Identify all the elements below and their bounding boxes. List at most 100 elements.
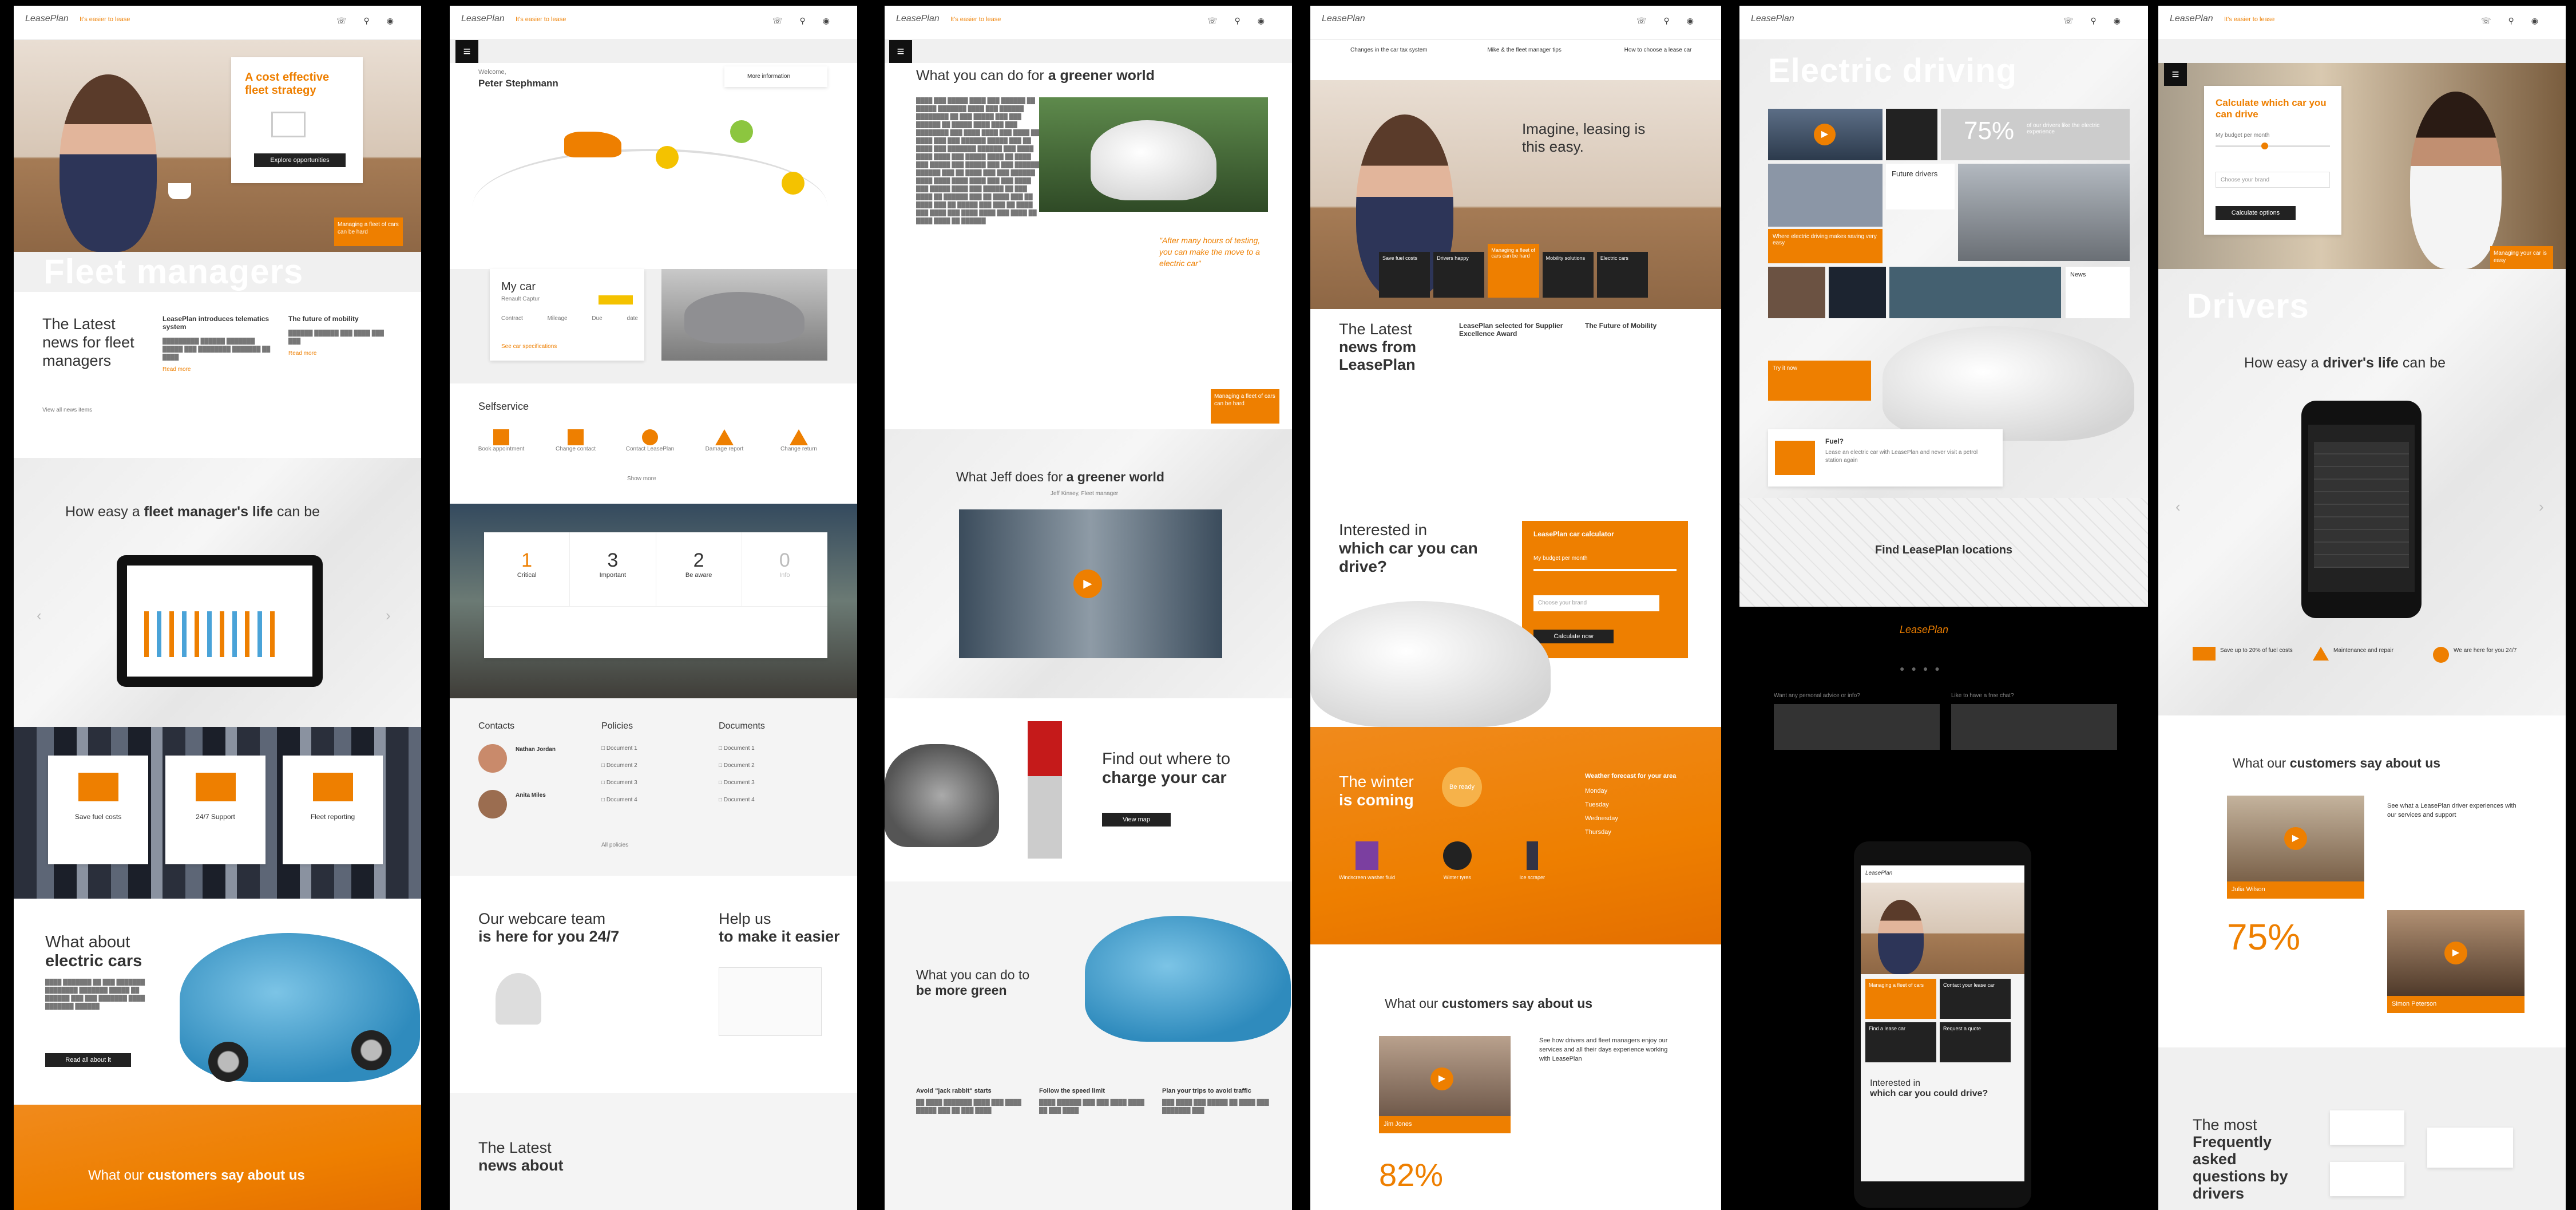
tile-photo[interactable] xyxy=(1889,267,2061,318)
logo[interactable]: LeasePlan xyxy=(461,14,505,24)
search-icon[interactable]: ⚲ xyxy=(2508,16,2531,25)
selfservice-item[interactable]: Book appointment xyxy=(473,429,530,453)
phone-icon[interactable]: ☏ xyxy=(772,16,800,25)
slider-handle[interactable] xyxy=(2261,143,2268,149)
tile-dark[interactable] xyxy=(1829,267,1886,318)
documents-list[interactable]: □ Document 1 □ Document 2 □ Document 3 □ Do… xyxy=(719,744,755,804)
tile-car-photo[interactable] xyxy=(1958,164,2130,261)
chat-textarea[interactable] xyxy=(1951,704,2117,750)
search-icon[interactable]: ⚲ xyxy=(1664,16,1687,25)
feedback-textarea[interactable] xyxy=(719,967,822,1036)
user-icon[interactable]: ◉ xyxy=(2531,16,2555,25)
budget-slider[interactable] xyxy=(1533,569,1677,571)
faq-bubble[interactable] xyxy=(2330,1162,2404,1196)
logo[interactable]: LeasePlan xyxy=(2170,14,2213,24)
phone-icon[interactable]: ☏ xyxy=(2481,16,2508,25)
menu-icon[interactable]: ≡ xyxy=(455,40,478,63)
tile-future-drivers[interactable]: Future drivers xyxy=(1886,164,1955,209)
logo[interactable]: LeasePlan xyxy=(25,14,69,24)
advice-textarea[interactable] xyxy=(1774,704,1940,750)
read-more-link[interactable]: Read more xyxy=(163,366,271,373)
hero-tile[interactable]: Electric cars xyxy=(1596,252,1648,298)
news-item[interactable]: LeasePlan selected for Supplier Excellen… xyxy=(1459,322,1568,338)
play-icon[interactable]: ▶ xyxy=(1430,1067,1453,1090)
notice-item[interactable]: Mike & the fleet manager tips xyxy=(1447,40,1584,80)
logo[interactable]: LeasePlan xyxy=(1751,14,1794,24)
hero-tile[interactable]: Mobility solutions xyxy=(1542,252,1594,298)
status-important[interactable]: 3 Important xyxy=(570,532,656,606)
user-icon[interactable]: ◉ xyxy=(1687,16,1711,25)
selfservice-item[interactable]: Change return xyxy=(770,429,827,453)
testimonial-video[interactable]: ▶ xyxy=(1379,1036,1511,1122)
find-locations-heading[interactable]: Find LeasePlan locations xyxy=(1739,544,2148,557)
selfservice-item[interactable]: Contact LeasePlan xyxy=(621,429,679,453)
view-map-button[interactable]: View map xyxy=(1102,813,1171,827)
footer-logo[interactable]: LeasePlan xyxy=(1900,624,1948,636)
selfservice-item[interactable]: Damage report xyxy=(696,429,753,453)
logo[interactable]: LeasePlan xyxy=(1322,14,1365,24)
phone-icon[interactable]: ☏ xyxy=(1207,16,1235,25)
notice-item[interactable]: Changes in the car tax system xyxy=(1310,40,1447,80)
feature-card[interactable]: Save fuel costs xyxy=(48,756,148,864)
news-item[interactable]: LeasePlan introduces telematics system █… xyxy=(163,315,271,373)
search-icon[interactable]: ⚲ xyxy=(800,16,823,25)
testimonial-video[interactable]: ▶ xyxy=(2227,796,2364,881)
tile-orange[interactable]: Where electric driving makes saving very… xyxy=(1768,229,1883,263)
user-icon[interactable]: ◉ xyxy=(1258,16,1282,25)
tile-dark[interactable] xyxy=(1886,109,1937,160)
phone-icon[interactable]: ☏ xyxy=(2063,16,2091,25)
brand-select[interactable]: Choose your brand xyxy=(1533,595,1659,611)
feature-card[interactable]: Fleet reporting xyxy=(283,756,383,864)
tile-orange[interactable]: Try it now xyxy=(1768,361,1871,401)
faq-bubble[interactable] xyxy=(2330,1110,2404,1145)
phone-icon[interactable]: ☏ xyxy=(336,16,364,25)
chevron-right-icon[interactable]: › xyxy=(2539,498,2544,516)
menu-icon[interactable]: ≡ xyxy=(2164,63,2187,86)
menu-icon[interactable]: ≡ xyxy=(889,40,912,63)
tile-photo[interactable] xyxy=(1768,267,1825,318)
user-icon[interactable]: ◉ xyxy=(387,16,411,25)
feature-card[interactable]: 24/7 Support xyxy=(165,756,265,864)
hero-tile[interactable]: Save fuel costs xyxy=(1379,252,1430,298)
electric-button[interactable]: Read all about it xyxy=(45,1053,131,1067)
phone-tile[interactable]: Request a quote xyxy=(1940,1022,2011,1062)
faq-bubble[interactable] xyxy=(2427,1128,2513,1168)
brand-select[interactable]: Choose your brand xyxy=(2216,172,2330,188)
phone-tile[interactable]: Find a lease car xyxy=(1865,1022,1936,1062)
play-icon[interactable]: ▶ xyxy=(1814,124,1836,145)
user-icon[interactable]: ◉ xyxy=(2114,16,2138,25)
all-policies-link[interactable]: All policies xyxy=(601,841,628,849)
chevron-left-icon[interactable]: ‹ xyxy=(2175,498,2181,516)
budget-slider[interactable] xyxy=(2216,143,2330,149)
policies-list[interactable]: □ Document 1 □ Document 2 □ Document 3 □ Do… xyxy=(601,744,637,804)
status-critical[interactable]: 1 Critical xyxy=(484,532,570,606)
tile-news[interactable]: News xyxy=(2066,267,2130,318)
jeff-video[interactable]: ▶ xyxy=(959,509,1222,658)
status-be-aware[interactable]: 2 Be aware xyxy=(656,532,742,606)
chevron-left-icon[interactable]: ‹ xyxy=(37,607,42,624)
play-icon[interactable]: ▶ xyxy=(2444,942,2467,964)
phone-icon[interactable]: ☏ xyxy=(1636,16,1664,25)
hero-card-button[interactable]: Explore opportunities xyxy=(254,153,346,167)
calculate-button[interactable]: Calculate now xyxy=(1533,630,1614,643)
car-specs-link[interactable]: See car specifications xyxy=(501,343,557,350)
testimonial-video[interactable]: ▶ xyxy=(2387,910,2525,996)
search-icon[interactable]: ⚲ xyxy=(1235,16,1258,25)
status-info[interactable]: 0 Info xyxy=(742,532,827,606)
search-icon[interactable]: ⚲ xyxy=(364,16,387,25)
fuel-card[interactable]: Fuel? Lease an electric car with LeasePl… xyxy=(1768,429,2003,487)
map-image[interactable]: Find LeasePlan locations xyxy=(1739,498,2148,607)
news-item[interactable]: The Future of Mobility xyxy=(1585,322,1694,330)
read-more-link[interactable]: Read more xyxy=(288,350,397,357)
news-item[interactable]: The future of mobility ██████ ██████ ███… xyxy=(288,315,397,357)
phone-tile[interactable]: Managing a fleet of cars xyxy=(1865,979,1936,1019)
play-icon[interactable]: ▶ xyxy=(2284,827,2307,850)
calculate-button[interactable]: Calculate options xyxy=(2216,206,2296,220)
tile-photo[interactable]: ▶ xyxy=(1768,109,1883,160)
social-icons[interactable]: ●●●● xyxy=(1900,664,1947,673)
hero-tile[interactable]: Managing a fleet of cars can be hard xyxy=(1488,244,1539,298)
more-info-button[interactable]: More information xyxy=(724,66,827,87)
notice-item[interactable]: How to choose a lease car xyxy=(1584,40,1721,80)
chevron-right-icon[interactable]: › xyxy=(386,607,391,624)
selfservice-item[interactable]: Change contact xyxy=(547,429,604,453)
